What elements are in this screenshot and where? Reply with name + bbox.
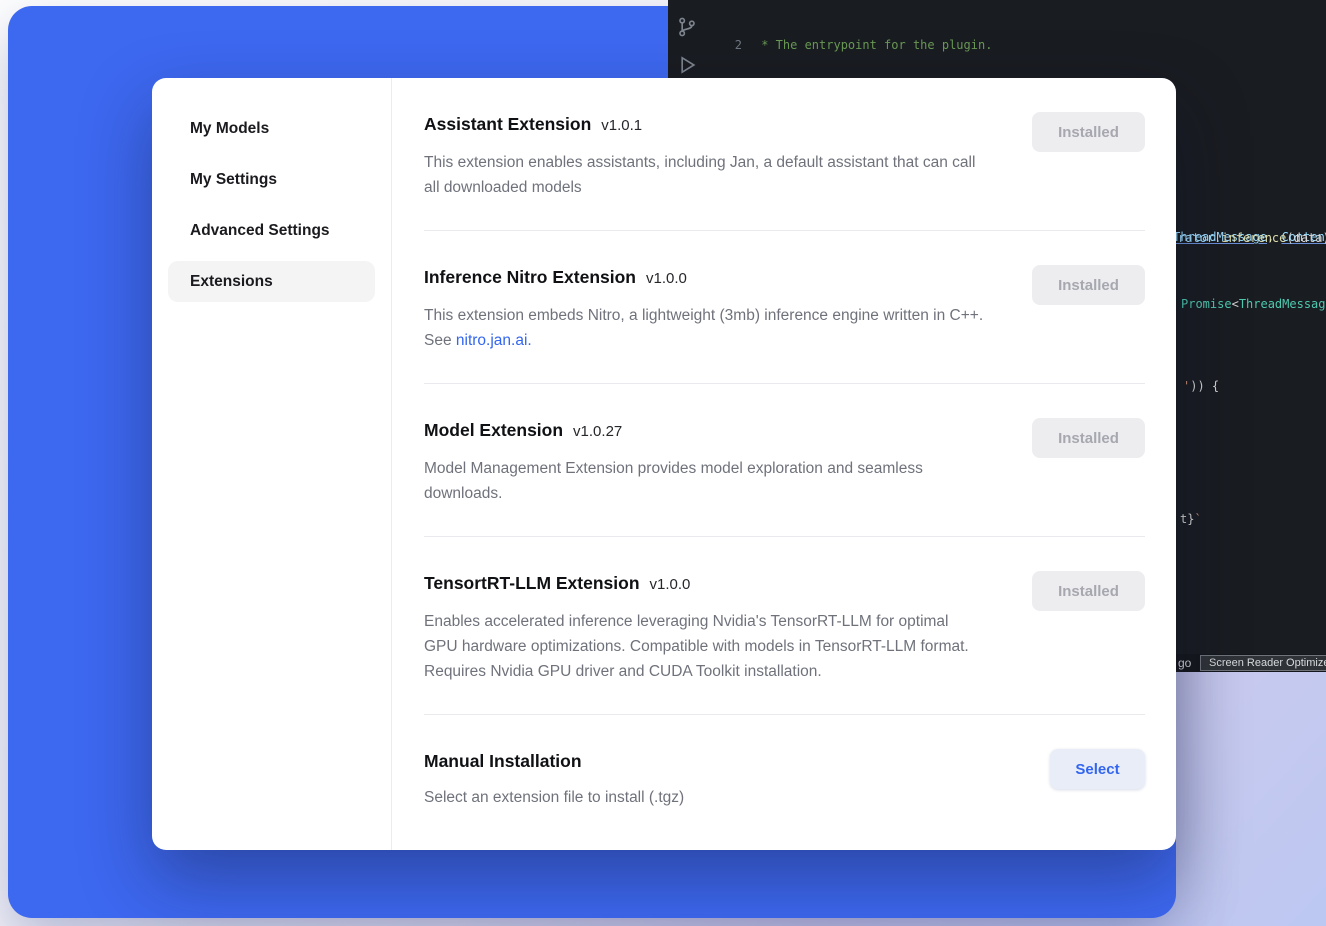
extension-title: Assistant Extension (424, 112, 591, 136)
extension-description: This extension embeds Nitro, a lightweig… (424, 303, 984, 353)
nitro-jan-ai-link[interactable]: nitro.jan.ai. (456, 332, 532, 349)
extension-title: Inference Nitro Extension (424, 265, 636, 289)
screen-reader-badge[interactable]: Screen Reader Optimized (1200, 655, 1326, 671)
sidebar-item-advanced-settings[interactable]: Advanced Settings (168, 210, 375, 251)
extension-description: Model Management Extension provides mode… (424, 456, 984, 506)
extension-title: TensortRT-LLM Extension (424, 571, 640, 595)
extension-row-tensorrt-llm: TensortRT-LLM Extension v1.0.0 Enables a… (424, 537, 1145, 715)
code-fragment: rator.inference(data)); (1178, 231, 1326, 245)
extension-version: v1.0.0 (646, 267, 687, 291)
extension-title: Model Extension (424, 418, 563, 442)
extension-version: v1.0.0 (650, 573, 691, 597)
manual-installation-description: Select an extension file to install (.tg… (424, 785, 684, 810)
sidebar-item-my-models[interactable]: My Models (168, 108, 375, 149)
extension-row-assistant: Assistant Extension v1.0.1 This extensio… (424, 78, 1145, 231)
extension-row-model: Model Extension v1.0.27 Model Management… (424, 384, 1145, 537)
extensions-list: Assistant Extension v1.0.1 This extensio… (392, 78, 1176, 850)
sidebar-item-my-settings[interactable]: My Settings (168, 159, 375, 200)
manual-installation-title: Manual Installation (424, 749, 582, 773)
settings-sidebar: My Models My Settings Advanced Settings … (152, 78, 392, 850)
desktop: 2 * The entrypoint for the plugin. 3 */ … (0, 0, 1326, 926)
extension-version: v1.0.1 (601, 114, 642, 138)
sidebar-item-extensions[interactable]: Extensions (168, 261, 375, 302)
settings-modal: My Models My Settings Advanced Settings … (152, 78, 1176, 850)
language-indicator: go (1178, 656, 1191, 670)
extension-description: This extension enables assistants, inclu… (424, 150, 984, 200)
extension-description: Enables accelerated inference leveraging… (424, 609, 984, 684)
tensorrt-installed-button[interactable]: Installed (1032, 571, 1145, 611)
code-fragment: ')) { (1183, 379, 1219, 393)
assistant-installed-button[interactable]: Installed (1032, 112, 1145, 152)
line-number: 2 (668, 37, 742, 53)
code-line: 2 * The entrypoint for the plugin. (668, 37, 1326, 53)
model-installed-button[interactable]: Installed (1032, 418, 1145, 458)
extension-version: v1.0.27 (573, 420, 622, 444)
nitro-installed-button[interactable]: Installed (1032, 265, 1145, 305)
select-file-button[interactable]: Select (1050, 749, 1145, 789)
manual-installation-row: Manual Installation Select an extension … (424, 715, 1145, 840)
code-fragment: t}` (1180, 512, 1202, 526)
extension-row-inference-nitro: Inference Nitro Extension v1.0.0 This ex… (424, 231, 1145, 384)
code-fragment: Promise<ThreadMessage> (1181, 297, 1326, 311)
